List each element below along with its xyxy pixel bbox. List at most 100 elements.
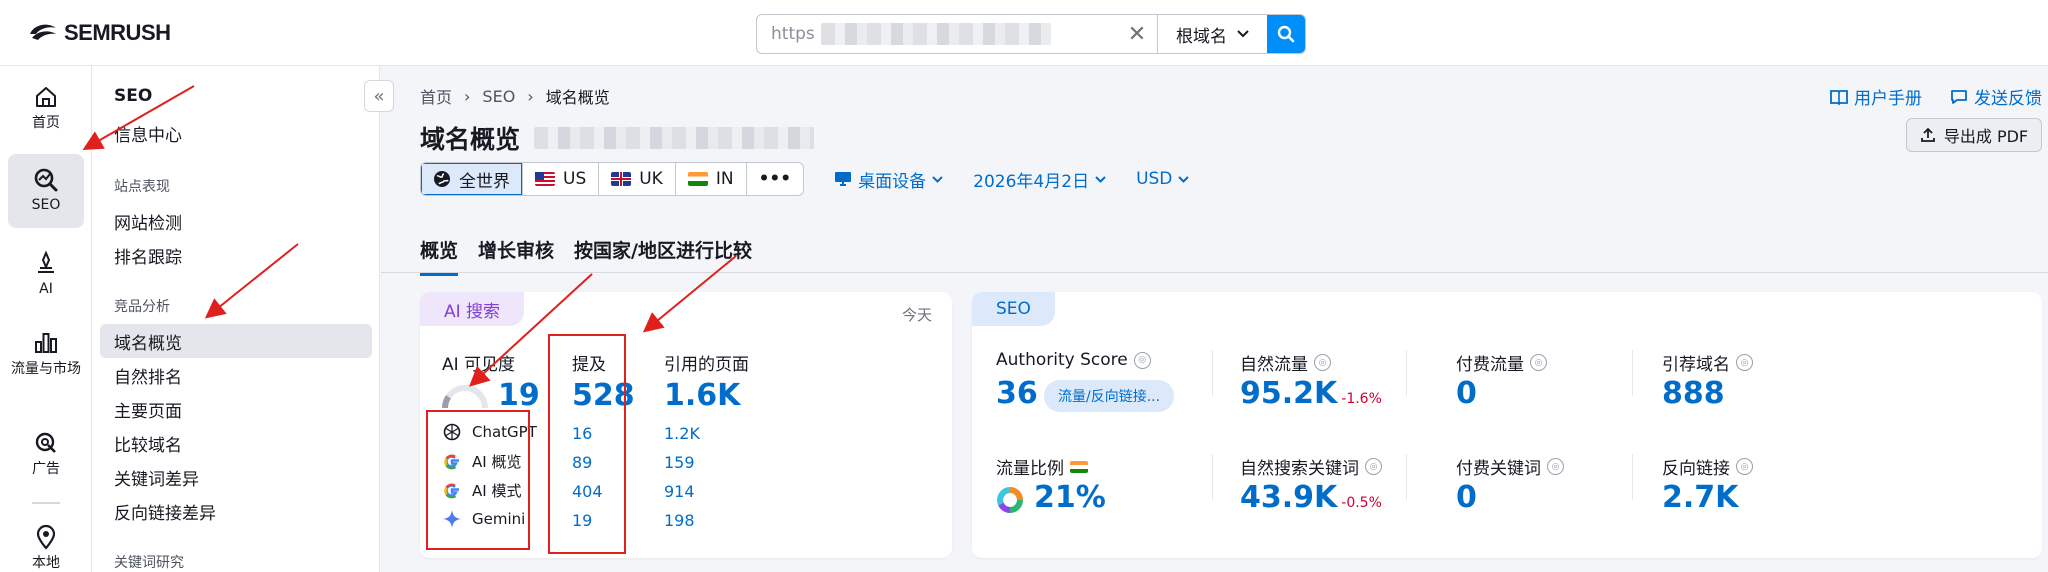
pages-gemini[interactable]: 198	[664, 511, 695, 530]
paid-keywords-value[interactable]: 0	[1456, 480, 1477, 515]
region-uk-label: UK	[639, 169, 663, 189]
tab-growth-report[interactable]: 增长审核	[478, 236, 554, 276]
desktop-icon	[835, 172, 852, 186]
more-regions-button[interactable]: •••	[747, 163, 804, 195]
region-us[interactable]: US	[523, 163, 600, 195]
tab-overview[interactable]: 概览	[420, 236, 459, 276]
user-manual-link[interactable]: 用户手册	[1830, 84, 1922, 109]
search-icon	[1277, 25, 1295, 43]
chevron-down-icon	[1237, 30, 1249, 38]
traffic-icon	[35, 333, 57, 353]
globe-info-icon[interactable]: ◎	[1314, 354, 1331, 371]
date-select[interactable]: 2026年4月2日	[973, 167, 1106, 192]
redacted-url	[820, 23, 1051, 45]
authority-score-label: Authority Score ◎	[996, 350, 1151, 370]
globe-info-icon[interactable]: ◎	[1133, 351, 1151, 369]
search-input-value: https	[771, 24, 815, 44]
location-pin-icon	[36, 524, 56, 550]
globe-info-icon[interactable]: ◎	[1736, 458, 1753, 475]
region-uk[interactable]: UK	[599, 163, 676, 195]
visibility-gauge	[442, 385, 488, 409]
subnav-item-keyword-gap[interactable]: 关键词差异	[100, 460, 372, 494]
organic-traffic-value[interactable]: 95.2K -1.6%	[1240, 376, 1382, 411]
pages-chatgpt[interactable]: 1.2K	[664, 424, 700, 443]
device-select[interactable]: 桌面设备	[834, 167, 943, 192]
currency-label: USD	[1136, 169, 1173, 189]
collapse-sidebar-button[interactable]: «	[364, 80, 394, 112]
pages-ai-overview[interactable]: 159	[664, 453, 695, 472]
breadcrumb-home[interactable]: 首页	[420, 84, 452, 108]
subnav-item-info-center[interactable]: 信息中心	[100, 116, 372, 150]
authority-score-value[interactable]: 36	[996, 376, 1038, 411]
breadcrumb-seo[interactable]: SEO	[482, 87, 515, 106]
rail-item-ai[interactable]: AI	[8, 250, 84, 298]
uk-flag-icon	[611, 172, 632, 186]
tab-compare-countries[interactable]: 按国家/地区进行比较	[574, 236, 752, 276]
organic-keywords-delta: -0.5%	[1341, 495, 1382, 511]
subnav-item-organic[interactable]: 自然排名	[100, 358, 372, 392]
us-flag-icon	[535, 172, 555, 186]
currency-select[interactable]: USD	[1136, 169, 1190, 189]
brand-name: SEMRUSH	[64, 20, 171, 45]
organic-keywords-label-text: 自然搜索关键词	[1240, 459, 1359, 479]
export-pdf-button[interactable]: 导出成 PDF	[1906, 118, 2042, 152]
cited-pages-label: 引用的页面	[664, 355, 749, 375]
paid-traffic-label-text: 付费流量	[1456, 355, 1524, 375]
subnav-title: SEO	[114, 86, 153, 106]
globe-info-icon[interactable]: ◎	[1736, 354, 1753, 371]
globe-icon	[434, 171, 450, 187]
top-bar: SEMRUSH https ✕ 根域名	[0, 0, 2048, 66]
organic-keywords-value[interactable]: 43.9K -0.5%	[1240, 480, 1382, 515]
rail-item-home[interactable]: 首页	[8, 84, 84, 132]
feedback-link[interactable]: 发送反馈	[1950, 84, 2042, 109]
subnav-item-compare-domains[interactable]: 比较域名	[100, 426, 372, 460]
region-global[interactable]: 全世界	[421, 163, 523, 195]
ai-visibility-value[interactable]: 19	[498, 378, 540, 413]
subnav-item-site-audit[interactable]: 网站检测	[100, 204, 372, 238]
globe-info-icon[interactable]: ◎	[1547, 458, 1564, 475]
filter-bar: 全世界 US UK IN ••• 桌面设备 2026年4月2日 USD	[420, 162, 1190, 196]
rail-item-traffic[interactable]: 流量与市场	[8, 330, 84, 378]
organic-traffic-label: 自然流量 ◎	[1240, 350, 1331, 375]
region-global-label: 全世界	[459, 171, 510, 192]
rail-item-ads[interactable]: 广告	[8, 430, 84, 478]
rail-item-local[interactable]: 本地	[8, 524, 84, 572]
search-input[interactable]: https	[757, 15, 1117, 53]
pages-ai-mode[interactable]: 914	[664, 482, 695, 501]
page-title-text: 域名概览	[420, 125, 521, 154]
subnav-item-rank-tracking[interactable]: 排名跟踪	[100, 238, 372, 272]
book-icon	[1830, 89, 1848, 105]
traffic-share-value[interactable]: 21%	[1034, 480, 1106, 515]
rail-label-home: 首页	[32, 115, 60, 131]
metric-divider	[1212, 350, 1213, 396]
rail-label-local: 本地	[32, 555, 60, 571]
page-title: 域名概览	[420, 120, 815, 156]
subnav-item-domain-overview[interactable]: 域名概览	[100, 324, 372, 358]
in-flag-icon	[1070, 460, 1088, 473]
clear-icon[interactable]: ✕	[1117, 15, 1157, 53]
metric-divider	[1632, 350, 1633, 396]
backlinks-label: 反向链接 ◎	[1662, 454, 1753, 479]
traffic-share-label-text: 流量比例	[996, 459, 1064, 479]
authority-pill[interactable]: 流量/反向链接...	[1044, 380, 1175, 412]
traffic-share-donut-icon	[997, 487, 1023, 513]
search-scope-label: 根域名	[1176, 26, 1227, 47]
referring-domains-value[interactable]: 888	[1662, 376, 1725, 411]
globe-info-icon[interactable]: ◎	[1530, 354, 1547, 371]
subnav-item-top-pages[interactable]: 主要页面	[100, 392, 372, 426]
ai-search-tag: AI 搜索	[420, 292, 525, 326]
region-in[interactable]: IN	[676, 163, 747, 195]
paid-traffic-value[interactable]: 0	[1456, 376, 1477, 411]
backlinks-value[interactable]: 2.7K	[1662, 480, 1738, 515]
search-scope-select[interactable]: 根域名	[1157, 15, 1267, 53]
traffic-share-label: 流量比例	[996, 454, 1088, 479]
subnav-item-backlink-gap[interactable]: 反向链接差异	[100, 494, 372, 528]
semrush-logo[interactable]: SEMRUSH	[28, 20, 171, 46]
globe-info-icon[interactable]: ◎	[1365, 458, 1382, 475]
rail-item-seo[interactable]: SEO	[8, 154, 84, 228]
cited-pages-value[interactable]: 1.6K	[664, 378, 740, 413]
referring-domains-label-text: 引荐域名	[1662, 355, 1730, 375]
date-label: 2026年4月2日	[973, 171, 1090, 192]
search-button[interactable]	[1267, 15, 1305, 53]
breadcrumb: 首页 › SEO › 域名概览	[420, 84, 610, 108]
